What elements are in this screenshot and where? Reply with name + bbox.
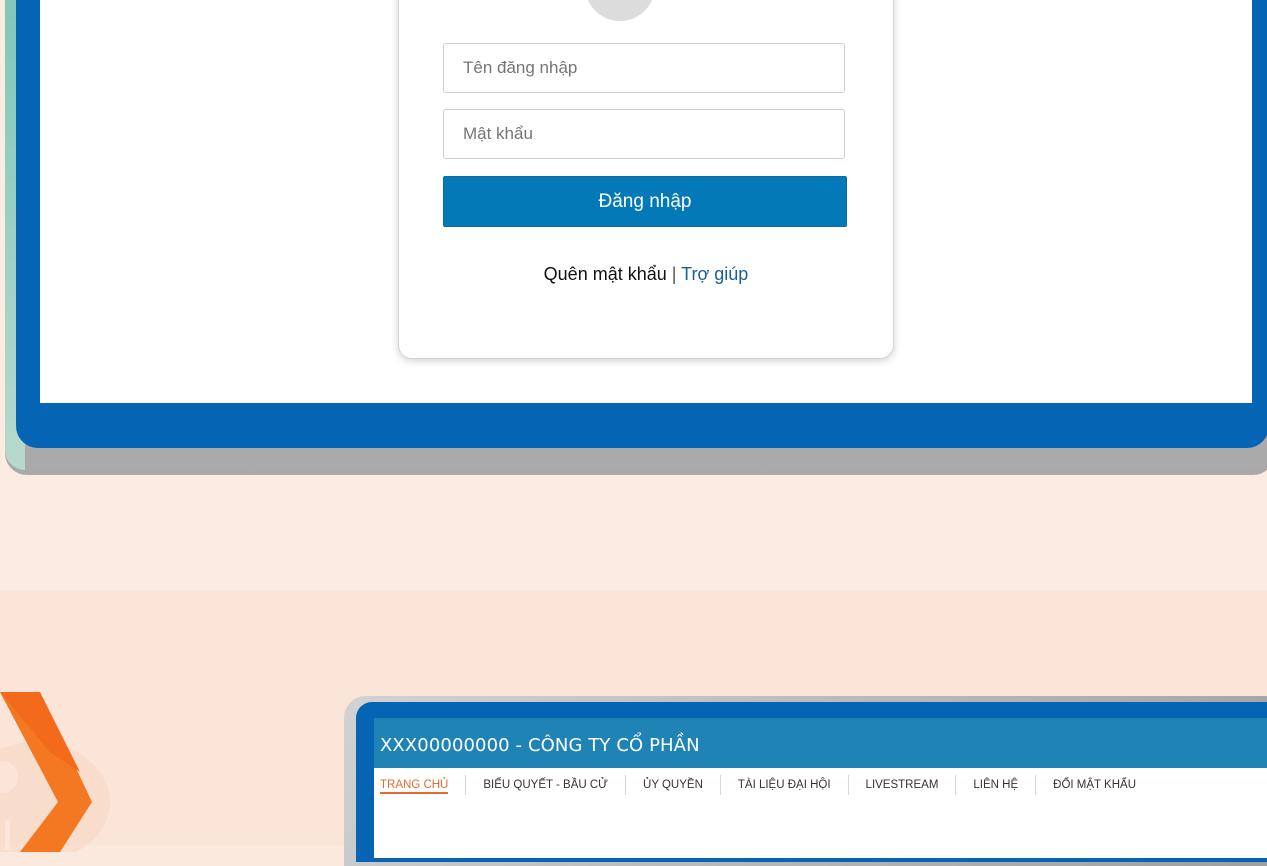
link-separator: |: [671, 264, 677, 284]
user-avatar-icon: [585, 0, 655, 21]
nav-label: ĐỔI MẬT KHẨU: [1053, 779, 1137, 791]
nav-label: BIỂU QUYẾT - BẦU CỬ: [483, 779, 609, 791]
nav-label: LIÊN HỆ: [973, 779, 1019, 791]
nav-item-tai-lieu-dai-hoi[interactable]: TÀI LIỆU ĐẠI HỘI: [721, 775, 849, 795]
nav-item-bieu-quyet-bau-cu[interactable]: BIỂU QUYẾT - BẦU CỬ: [466, 775, 627, 795]
login-button[interactable]: Đăng nhập: [443, 176, 847, 227]
username-input[interactable]: [443, 43, 845, 93]
nav-item-doi-mat-khau[interactable]: ĐỔI MẬT KHẨU: [1036, 775, 1153, 795]
app-header: XXX00000000 - CÔNG TY CỔ PHẦN: [374, 718, 1267, 768]
app-nav: TRANG CHỦ BIỂU QUYẾT - BẦU CỬ ỦY QUYỀN T…: [374, 768, 1267, 802]
forgot-password-link[interactable]: Quên mật khẩu: [544, 264, 667, 284]
laptop2-screen: XXX00000000 - CÔNG TY CỔ PHẦN TRANG CHỦ …: [374, 718, 1267, 858]
nav-label: LIVESTREAM: [865, 779, 939, 791]
nav-item-lien-he[interactable]: LIÊN HỆ: [956, 775, 1037, 795]
login-links: Quên mật khẩu | Trợ giúp: [399, 264, 893, 285]
login-card: Đăng nhập Quên mật khẩu | Trợ giúp: [398, 0, 894, 359]
nav-item-livestream[interactable]: LIVESTREAM: [849, 775, 957, 795]
nav-label: TRANG CHỦ: [380, 779, 449, 794]
nav-label: TÀI LIỆU ĐẠI HỘI: [737, 779, 831, 791]
laptop-screen: Đăng nhập Quên mật khẩu | Trợ giúp: [40, 0, 1252, 403]
help-link[interactable]: Trợ giúp: [681, 264, 748, 284]
orange-chevron-decoration: [0, 692, 110, 852]
nav-item-uy-quyen[interactable]: ỦY QUYỀN: [626, 775, 721, 795]
nav-item-trang-chu[interactable]: TRANG CHỦ: [374, 775, 467, 795]
app-title: XXX00000000 - CÔNG TY CỔ PHẦN: [380, 735, 700, 756]
nav-label: ỦY QUYỀN: [643, 779, 703, 791]
password-input[interactable]: [443, 109, 845, 159]
